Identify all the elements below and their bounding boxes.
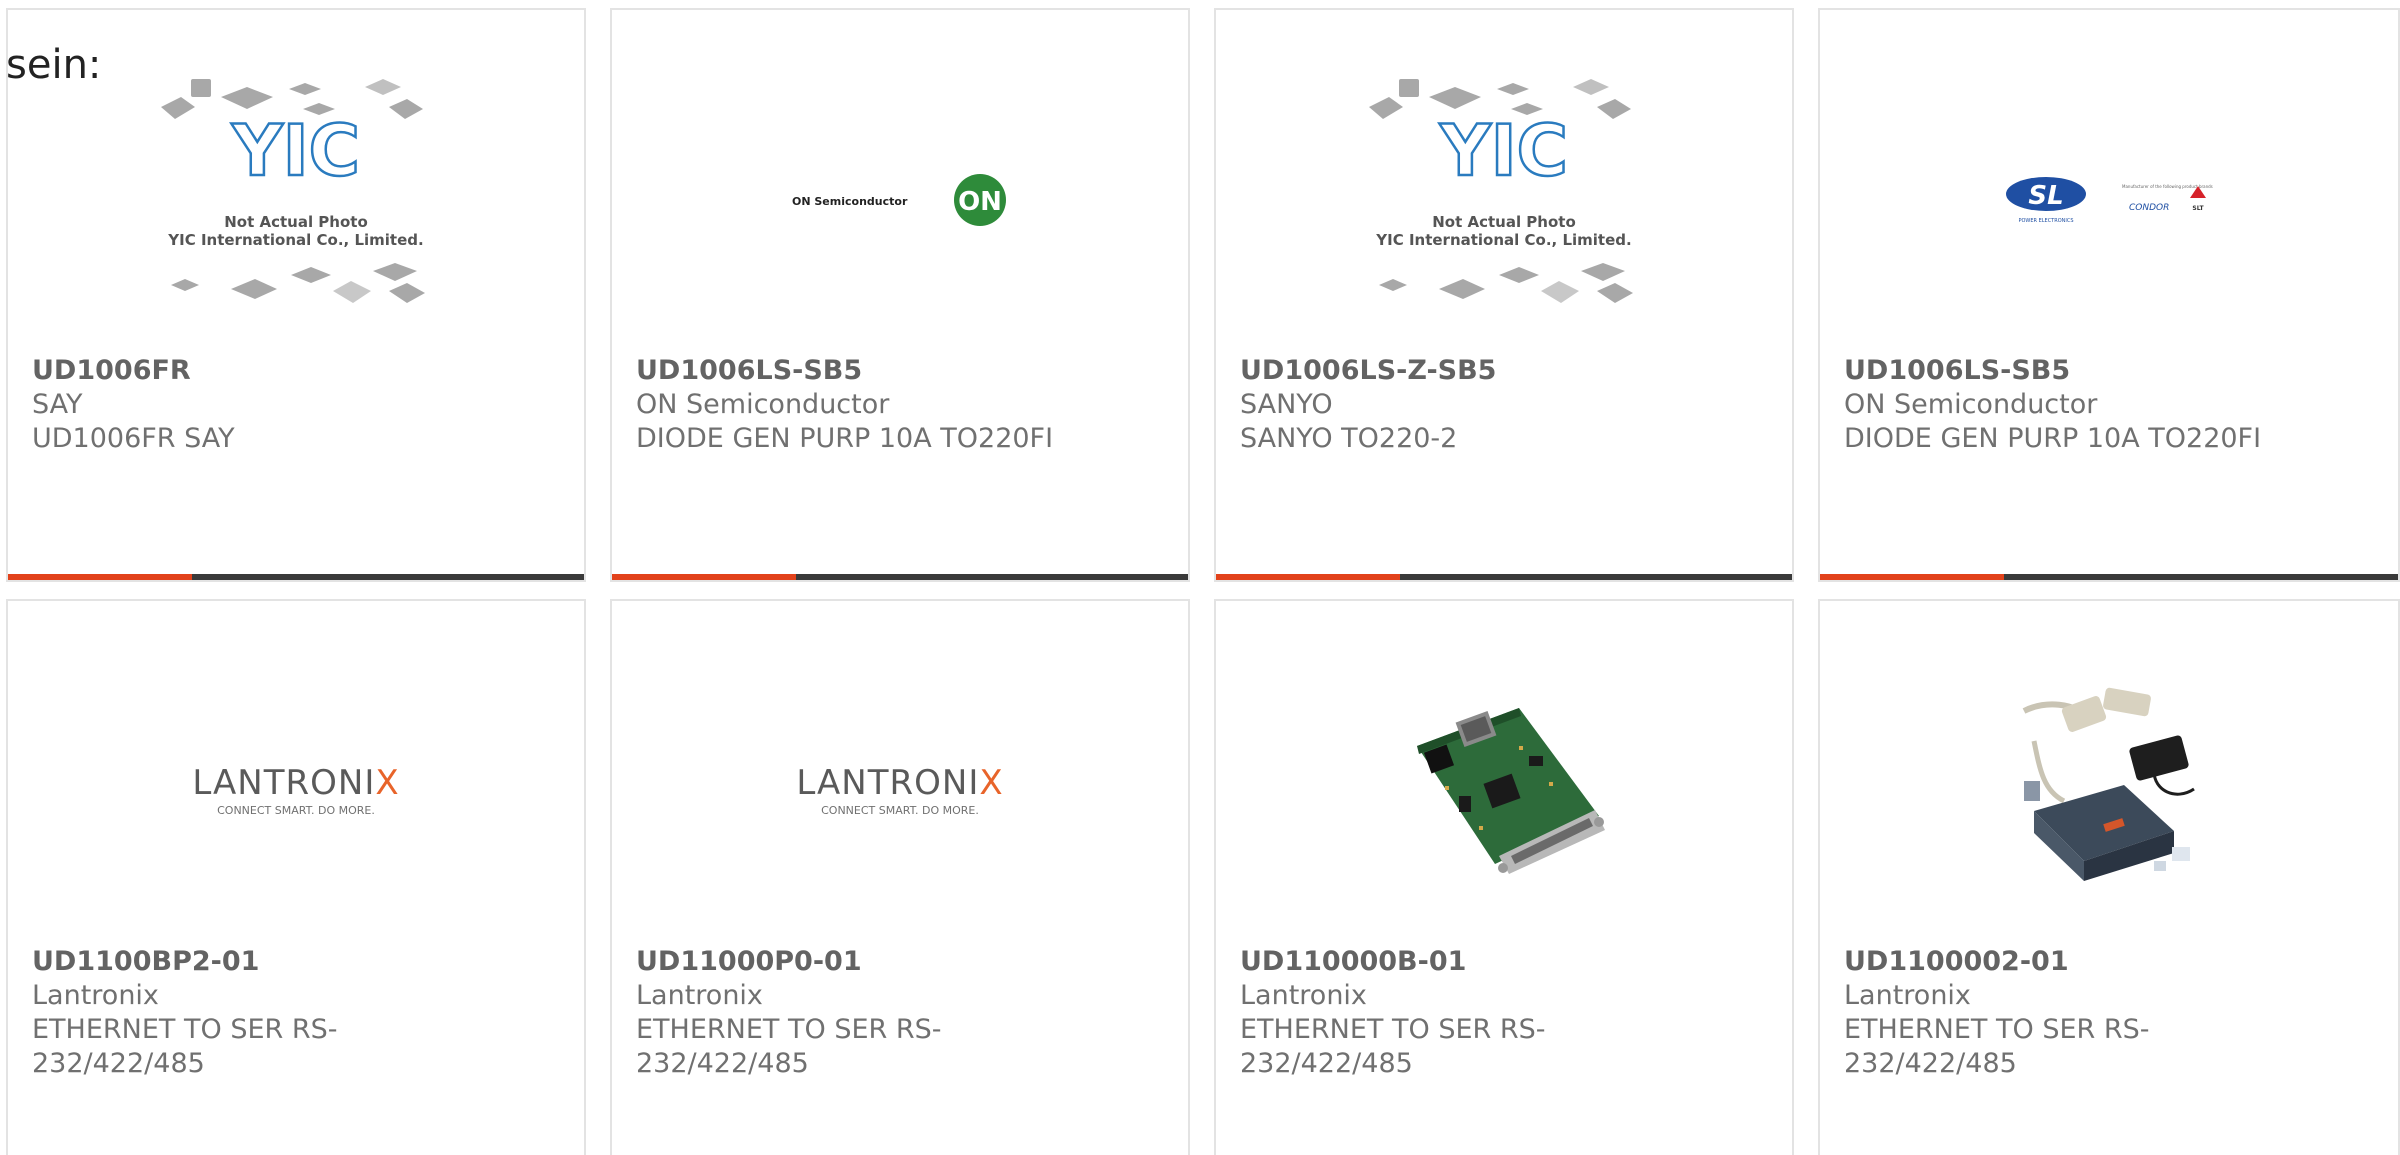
product-image: ON Semiconductor ON bbox=[612, 50, 1188, 350]
circuit-board-photo bbox=[1417, 708, 1605, 874]
product-image: LANTRONIX CONNECT SMART. DO MORE. bbox=[612, 641, 1188, 941]
description-line1: ETHERNET TO SER RS- bbox=[1844, 1014, 2150, 1045]
lantronix-tagline: CONNECT SMART. DO MORE. bbox=[217, 804, 375, 817]
product-image bbox=[1820, 641, 2398, 941]
product-card[interactable]: YIC Not Actual Photo YIC International C… bbox=[6, 8, 586, 582]
image-caption-line1: Not Actual Photo bbox=[224, 213, 368, 231]
manufacturer: SANYO bbox=[1240, 389, 1333, 420]
device-server-kit-photo bbox=[2022, 687, 2195, 881]
product-card-link[interactable]: LANTRONIX CONNECT SMART. DO MORE. UD1100… bbox=[8, 601, 584, 1155]
card-accent-bar bbox=[612, 574, 1188, 580]
product-card-link[interactable]: YIC Not Actual Photo YIC International C… bbox=[1216, 10, 1792, 580]
lantronix-wordmark: LANTRONIX bbox=[796, 763, 1003, 803]
product-image: SL POWER ELECTRONICS Manufacturer of the… bbox=[1820, 50, 2398, 350]
description-line2: 232/422/485 bbox=[32, 1048, 205, 1079]
part-number: UD11000P0-01 bbox=[636, 946, 862, 977]
product-info: UD110000B-01 Lantronix ETHERNET TO SER R… bbox=[1240, 945, 1680, 1081]
part-number: UD1100BP2-01 bbox=[32, 946, 260, 977]
description: DIODE GEN PURP 10A TO220FI bbox=[636, 423, 1054, 454]
description-line2: 232/422/485 bbox=[1844, 1048, 2017, 1079]
part-number: UD1006LS-Z-SB5 bbox=[1240, 355, 1497, 386]
description: DIODE GEN PURP 10A TO220FI bbox=[1844, 423, 2262, 454]
manufacturer: Lantronix bbox=[32, 980, 159, 1011]
product-image: LANTRONIX CONNECT SMART. DO MORE. bbox=[8, 641, 584, 941]
description-line2: 232/422/485 bbox=[636, 1048, 809, 1079]
sl-logo-mark: SL bbox=[2028, 181, 2063, 211]
part-number: UD1006FR bbox=[32, 355, 191, 386]
description: SANYO TO220-2 bbox=[1240, 423, 1458, 454]
product-info: UD1006LS-SB5 ON Semiconductor DIODE GEN … bbox=[636, 354, 1076, 456]
product-info: UD1100002-01 Lantronix ETHERNET TO SER R… bbox=[1844, 945, 2284, 1081]
on-logo-text: ON Semiconductor bbox=[792, 195, 908, 208]
product-image bbox=[1216, 641, 1792, 941]
description-line2: 232/422/485 bbox=[1240, 1048, 1413, 1079]
product-card-link[interactable]: SL POWER ELECTRONICS Manufacturer of the… bbox=[1820, 10, 2398, 580]
manufacturer: ON Semiconductor bbox=[1844, 389, 2098, 420]
product-card[interactable]: LANTRONIX CONNECT SMART. DO MORE. UD1100… bbox=[6, 599, 586, 1155]
product-card[interactable]: LANTRONIX CONNECT SMART. DO MORE. UD1100… bbox=[610, 599, 1190, 1155]
lantronix-tagline: CONNECT SMART. DO MORE. bbox=[821, 804, 979, 817]
part-number: UD1006LS-SB5 bbox=[1844, 355, 2071, 386]
product-info: UD1006FR SAY UD1006FR SAY bbox=[32, 354, 472, 456]
yic-placeholder-image: YIC Not Actual Photo YIC International C… bbox=[161, 79, 425, 303]
manufacturer: ON Semiconductor bbox=[636, 389, 890, 420]
product-info: UD11000P0-01 Lantronix ETHERNET TO SER R… bbox=[636, 945, 1076, 1081]
yic-brand-text: YIC bbox=[231, 110, 360, 192]
lantronix-logo: LANTRONIX CONNECT SMART. DO MORE. bbox=[796, 763, 1003, 817]
manufacturer: Lantronix bbox=[636, 980, 763, 1011]
product-info: UD1006LS-SB5 ON Semiconductor DIODE GEN … bbox=[1844, 354, 2284, 456]
product-image: YIC Not Actual Photo YIC International C… bbox=[8, 50, 584, 350]
image-caption-line2: YIC International Co., Limited. bbox=[167, 231, 423, 249]
sl-logo-line: POWER ELECTRONICS bbox=[2018, 218, 2073, 224]
part-number: UD110000B-01 bbox=[1240, 946, 1467, 977]
product-card-link[interactable]: UD110000B-01 Lantronix ETHERNET TO SER R… bbox=[1216, 601, 1792, 1155]
product-card-link[interactable]: YIC Not Actual Photo YIC International C… bbox=[8, 10, 584, 580]
manufacturer: Lantronix bbox=[1844, 980, 1971, 1011]
sl-power-logo: SL POWER ELECTRONICS Manufacturer of the… bbox=[2006, 177, 2213, 224]
product-card[interactable]: UD110000B-01 Lantronix ETHERNET TO SER R… bbox=[1214, 599, 1794, 1155]
part-number: UD1006LS-SB5 bbox=[636, 355, 863, 386]
lantronix-name-accent: X bbox=[979, 763, 1003, 803]
part-number: UD1100002-01 bbox=[1844, 946, 2069, 977]
image-caption-line1: Not Actual Photo bbox=[1432, 213, 1576, 231]
card-accent-bar bbox=[1820, 574, 2398, 580]
yic-placeholder-image: YIC Not Actual Photo YIC International C… bbox=[1369, 79, 1633, 303]
product-grid-page: sein: YIC Not Actual Photo YIC Internati… bbox=[0, 0, 2400, 1155]
product-card[interactable]: YIC Not Actual Photo YIC International C… bbox=[1214, 8, 1794, 582]
sl-logo-brand2: SLT bbox=[2192, 205, 2204, 212]
product-card-link[interactable]: UD1100002-01 Lantronix ETHERNET TO SER R… bbox=[1820, 601, 2398, 1155]
description: UD1006FR SAY bbox=[32, 423, 235, 454]
product-info: UD1006LS-Z-SB5 SANYO SANYO TO220-2 bbox=[1240, 354, 1680, 456]
image-caption-line2: YIC International Co., Limited. bbox=[1375, 231, 1631, 249]
lantronix-name-main: LANTRONI bbox=[192, 763, 375, 803]
lantronix-name-main: LANTRONI bbox=[796, 763, 979, 803]
on-logo-mark: ON bbox=[958, 187, 1002, 217]
yic-brand-text: YIC bbox=[1439, 110, 1568, 192]
lantronix-wordmark: LANTRONIX bbox=[192, 763, 399, 803]
intro-text: sein: bbox=[6, 42, 102, 88]
description-line1: ETHERNET TO SER RS- bbox=[636, 1014, 942, 1045]
manufacturer: SAY bbox=[32, 389, 83, 420]
description-line1: ETHERNET TO SER RS- bbox=[1240, 1014, 1546, 1045]
description-line1: ETHERNET TO SER RS- bbox=[32, 1014, 338, 1045]
manufacturer: Lantronix bbox=[1240, 980, 1367, 1011]
card-accent-bar bbox=[1216, 574, 1792, 580]
lantronix-name-accent: X bbox=[375, 763, 399, 803]
product-card[interactable]: ON Semiconductor ON UD1006LS-SB5 ON Semi… bbox=[610, 8, 1190, 582]
product-card[interactable]: UD1100002-01 Lantronix ETHERNET TO SER R… bbox=[1818, 599, 2400, 1155]
product-info: UD1100BP2-01 Lantronix ETHERNET TO SER R… bbox=[32, 945, 472, 1081]
lantronix-logo: LANTRONIX CONNECT SMART. DO MORE. bbox=[192, 763, 399, 817]
product-card-link[interactable]: LANTRONIX CONNECT SMART. DO MORE. UD1100… bbox=[612, 601, 1188, 1155]
product-image: YIC Not Actual Photo YIC International C… bbox=[1216, 50, 1792, 350]
sl-logo-brand: CONDOR bbox=[2129, 203, 2169, 213]
product-card-link[interactable]: ON Semiconductor ON UD1006LS-SB5 ON Semi… bbox=[612, 10, 1188, 580]
product-card[interactable]: SL POWER ELECTRONICS Manufacturer of the… bbox=[1818, 8, 2400, 582]
on-semiconductor-logo: ON Semiconductor ON bbox=[792, 174, 1006, 226]
card-accent-bar bbox=[8, 574, 584, 580]
